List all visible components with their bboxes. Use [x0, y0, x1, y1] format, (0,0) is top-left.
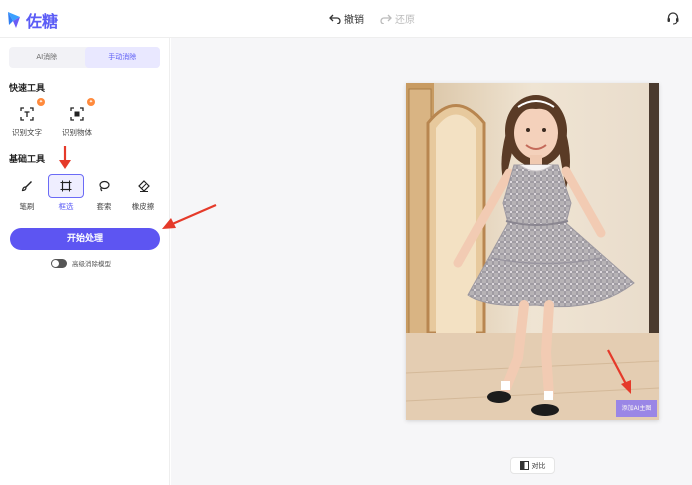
- lasso-icon: [99, 180, 110, 192]
- tool-recognize-object[interactable]: ✦ 识别物体: [58, 98, 96, 138]
- undo-label: 撤销: [344, 15, 364, 26]
- brush-icon: [21, 181, 32, 192]
- compare-label: 对比: [531, 461, 546, 470]
- sidebar: AI消除 手动消除 快速工具 ✦ 识别文字 ✦ 识别物体 基础工具 笔刷 框选 …: [0, 38, 170, 485]
- redo-icon: [380, 14, 392, 24]
- redo-label: 还原: [395, 15, 415, 26]
- scan-object-icon: [70, 107, 84, 121]
- preview-image[interactable]: [406, 83, 659, 420]
- tool-recognize-text[interactable]: ✦ 识别文字: [8, 98, 46, 138]
- app-name: 佐糖: [26, 12, 59, 31]
- tab-ai-remove[interactable]: AI消除: [9, 47, 85, 68]
- customer-service-icon[interactable]: [666, 11, 680, 25]
- tool-label: 笔刷: [19, 202, 35, 211]
- tool-label: 橡皮擦: [131, 202, 155, 211]
- redo-button[interactable]: 还原: [380, 11, 415, 26]
- compare-icon: [519, 461, 529, 470]
- new-badge-icon: ✦: [37, 98, 45, 106]
- top-bar: 佐糖 撤销 还原: [0, 0, 692, 38]
- app-logo[interactable]: 佐糖: [6, 8, 58, 32]
- tool-label: 套索: [96, 202, 112, 211]
- tool-box-select[interactable]: 框选: [47, 174, 85, 212]
- basic-tools-title: 基础工具: [9, 155, 46, 165]
- advanced-model-toggle[interactable]: [51, 258, 67, 268]
- advanced-model-row: 高级消除模型: [51, 258, 111, 268]
- advanced-model-label: 高级消除模型: [72, 260, 111, 268]
- undo-button[interactable]: 撤销: [329, 11, 364, 26]
- tool-label: 识别物体: [62, 128, 92, 137]
- photo-illustration: [406, 83, 659, 420]
- mode-tabs: AI消除 手动消除: [9, 47, 160, 68]
- eraser-icon: [137, 180, 150, 192]
- scan-text-icon: [20, 107, 34, 121]
- tool-label: 框选: [58, 202, 74, 211]
- new-badge-icon: ✦: [87, 98, 95, 106]
- logo-icon: [8, 12, 20, 28]
- add-ai-main-image-button[interactable]: 添加AI主图: [616, 400, 657, 417]
- start-processing-button[interactable]: 开始处理: [10, 228, 160, 250]
- quick-tools-title: 快速工具: [9, 84, 46, 94]
- tool-label: 识别文字: [12, 128, 42, 137]
- undo-icon: [329, 14, 341, 24]
- box-select-icon: [60, 180, 72, 192]
- tool-eraser[interactable]: 橡皮擦: [124, 174, 162, 212]
- tool-brush[interactable]: 笔刷: [8, 174, 46, 212]
- tab-manual-remove[interactable]: 手动消除: [84, 47, 160, 68]
- compare-button[interactable]: 对比: [510, 457, 555, 474]
- tool-lasso[interactable]: 套索: [85, 174, 123, 212]
